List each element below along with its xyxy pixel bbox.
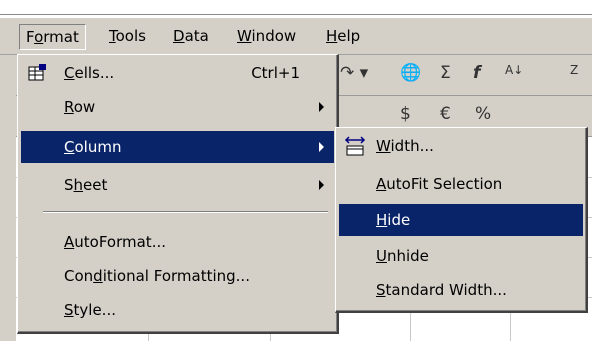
menu-item-label: Column [64,138,122,156]
submenu-arrow-icon [319,142,324,152]
format-cells-icon [28,64,46,81]
menu-item-label: Sheet [64,176,108,194]
autosum-icon[interactable]: Σ [440,63,451,83]
menubar-window[interactable]: Window [231,24,302,48]
submenu-arrow-icon [319,180,324,190]
menubar-tools[interactable]: Tools [103,24,152,48]
euro-icon[interactable]: € [440,104,451,124]
menu-item-label: Cells... [64,64,115,82]
menubar-format[interactable]: Format [19,24,86,50]
percent-icon[interactable]: % [475,104,491,124]
menu-item-unhide[interactable]: Unhide [339,240,583,272]
menu-item-label: AutoFit Selection [376,175,503,193]
menu-item-label: Conditional Formatting... [64,267,250,285]
row-header-strip [0,55,16,341]
menu-item-label: Hide [376,211,411,229]
menu-item-style[interactable]: Style... [21,294,334,326]
paste-function-icon[interactable]: f [473,63,480,83]
sort-descending-icon[interactable]: Z [570,63,578,77]
menu-item-row[interactable]: Row [21,91,334,123]
redo-icon[interactable]: ↷ ▾ [340,63,368,83]
title-strip [0,0,592,18]
menu-item-conditional-formatting[interactable]: Conditional Formatting... [21,260,334,292]
column-submenu: Width... AutoFit Selection Hide Unhide S… [335,127,588,313]
column-width-icon [344,136,366,156]
menu-item-label: Style... [64,301,116,319]
menu-item-label: AutoFormat... [64,233,166,251]
menu-separator [43,211,328,213]
menu-item-cells[interactable]: Cells... Ctrl+1 [21,57,334,89]
menu-item-label: Row [64,98,96,116]
menu-item-width[interactable]: Width... [339,130,583,162]
hyperlink-icon[interactable]: 🌐 [400,63,421,83]
menu-item-autofit-selection[interactable]: AutoFit Selection [339,168,583,200]
menu-item-autoformat[interactable]: AutoFormat... [21,226,334,258]
sort-ascending-icon[interactable]: A↓ [505,63,523,77]
menu-item-label: Width... [376,137,434,155]
menu-item-label: Standard Width... [376,281,507,299]
submenu-arrow-icon [319,102,324,112]
currency-icon[interactable]: $ [400,104,411,124]
menu-item-standard-width[interactable]: Standard Width... [339,274,583,306]
format-menu: Cells... Ctrl+1 Row Column Sheet AutoFor… [17,54,339,334]
menu-item-hide[interactable]: Hide [339,204,583,236]
menu-item-label: Unhide [376,247,429,265]
menubar-data[interactable]: Data [167,24,215,48]
menubar-help[interactable]: Help [320,24,366,48]
menu-item-column[interactable]: Column [21,131,334,163]
menu-item-shortcut: Ctrl+1 [251,64,300,82]
title-strip-border [0,14,592,15]
menu-bar: Format Tools Data Window Help [0,18,592,55]
menu-item-sheet[interactable]: Sheet [21,169,334,201]
